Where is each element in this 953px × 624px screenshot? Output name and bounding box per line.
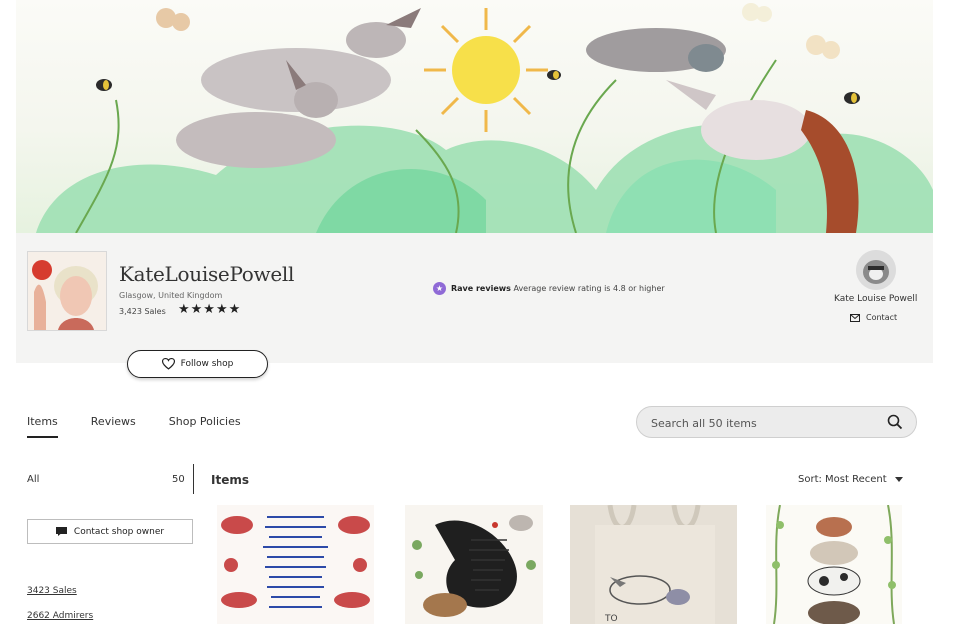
banner-illustration	[36, 3, 933, 233]
admirers-link[interactable]: 2662 Admirers	[27, 611, 93, 621]
shop-avatar[interactable]	[27, 251, 107, 331]
rave-title: Rave reviews	[451, 284, 511, 293]
contact-label: Contact	[866, 313, 898, 322]
listing-image	[766, 505, 902, 624]
owner-avatar[interactable]	[856, 250, 896, 290]
message-icon	[55, 527, 67, 536]
owner-photo	[856, 250, 896, 290]
listing-image	[217, 505, 374, 624]
contact-owner-label: Contact shop owner	[73, 526, 165, 537]
listing-card[interactable]	[405, 505, 543, 624]
listing-card[interactable]: TO	[570, 505, 737, 624]
sort-label: Sort: Most Recent	[798, 474, 887, 485]
rating-stars: ★★★★★	[178, 302, 242, 317]
rave-reviews-badge: ★ Rave reviews Average review rating is …	[433, 282, 665, 295]
shop-tabs: Items Reviews Shop Policies	[27, 415, 274, 438]
sidebar-item-all[interactable]: All	[27, 474, 39, 485]
shop-banner	[16, 0, 933, 233]
sidebar-item-all-count: 50	[172, 474, 185, 485]
shop-name: KateLouisePowell	[119, 262, 295, 286]
sort-dropdown[interactable]: Sort: Most Recent	[798, 474, 903, 485]
search-input[interactable]	[649, 407, 873, 439]
caret-down-icon	[894, 477, 903, 482]
shop-search	[636, 406, 917, 439]
sidebar-active-indicator	[193, 464, 194, 494]
tab-shop-policies[interactable]: Shop Policies	[169, 415, 241, 438]
owner-name[interactable]: Kate Louise Powell	[834, 294, 917, 304]
star-badge-icon: ★	[433, 282, 446, 295]
listing-card[interactable]	[217, 505, 374, 624]
shop-location: Glasgow, United Kingdom	[119, 291, 223, 300]
contact-shop-owner-button[interactable]: Contact shop owner	[27, 519, 193, 544]
items-heading: Items	[211, 473, 249, 487]
follow-shop-button[interactable]: Follow shop	[127, 350, 268, 378]
listing-image	[405, 505, 543, 624]
search-icon[interactable]	[887, 414, 903, 430]
shop-sales-count: 3,423 Sales	[119, 307, 166, 316]
follow-label: Follow shop	[180, 359, 234, 369]
listing-card[interactable]	[766, 505, 902, 624]
tab-items[interactable]: Items	[27, 415, 58, 438]
mail-icon	[850, 313, 860, 322]
svg-text:TO: TO	[604, 614, 618, 624]
tab-reviews[interactable]: Reviews	[91, 415, 136, 438]
owner-contact-link[interactable]: Contact	[850, 313, 897, 322]
rave-text: Average review rating is 4.8 or higher	[513, 284, 665, 293]
listing-image: TO	[570, 505, 737, 624]
sales-link[interactable]: 3423 Sales	[27, 586, 77, 596]
heart-icon	[161, 358, 175, 370]
portrait-image	[28, 252, 106, 330]
